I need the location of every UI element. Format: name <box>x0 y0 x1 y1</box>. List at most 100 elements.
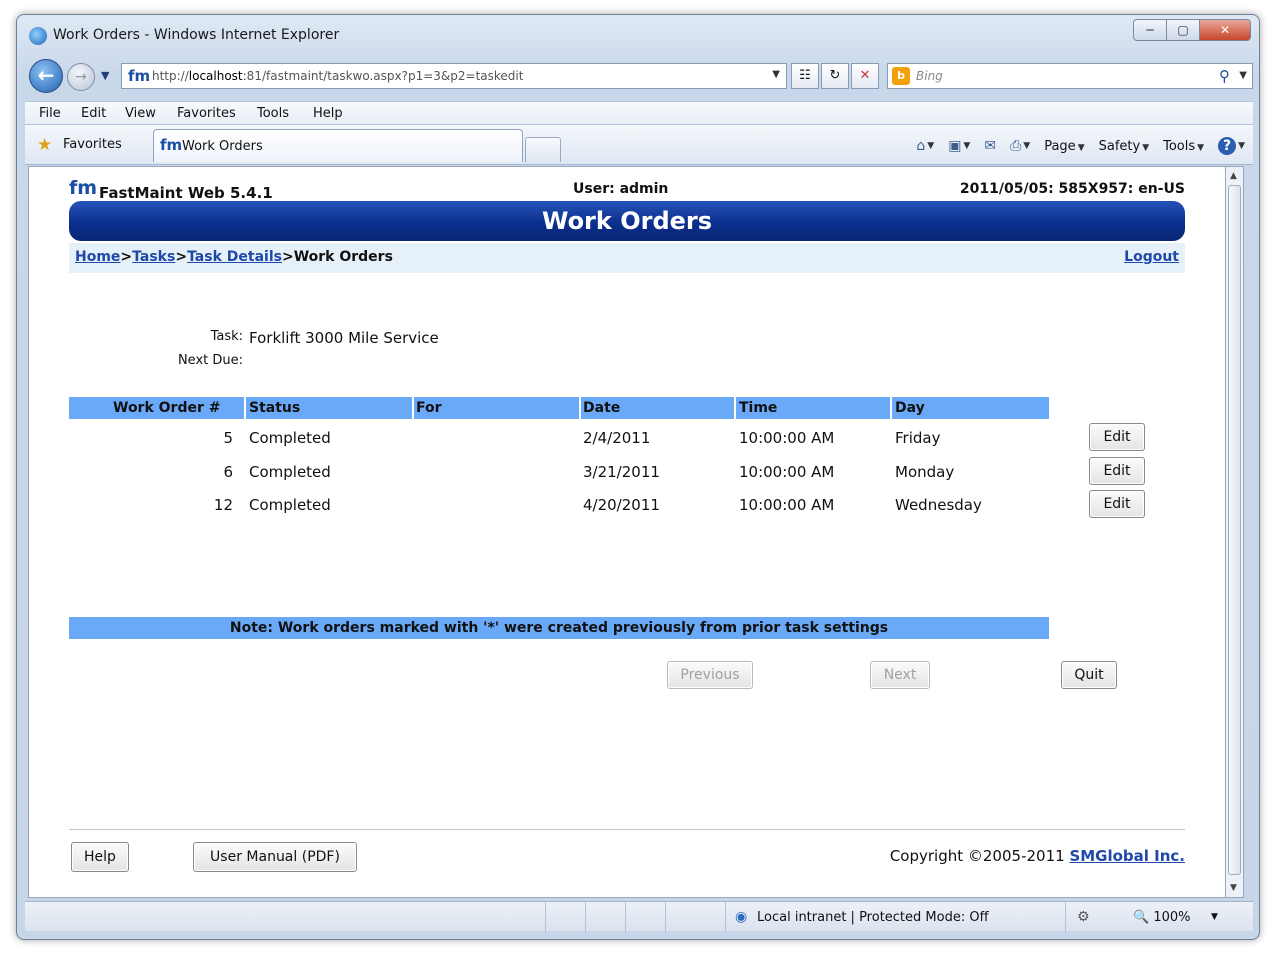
previous-button[interactable]: Previous <box>667 661 753 689</box>
header-divider <box>890 397 892 419</box>
close-button[interactable]: ✕ <box>1199 19 1251 41</box>
help-icon[interactable]: ? <box>1218 137 1237 155</box>
task-value: Forklift 3000 Mile Service <box>249 329 439 347</box>
address-dropdown-icon[interactable]: ▼ <box>772 69 780 80</box>
cell-status: Completed <box>249 429 331 447</box>
menu-view[interactable]: View <box>125 106 156 121</box>
window-title: Work Orders - Windows Internet Explorer <box>53 27 340 43</box>
header-divider <box>579 397 581 419</box>
cell-date: 3/21/2011 <box>583 463 660 481</box>
bing-icon: b <box>892 67 910 85</box>
zoom-level[interactable]: 🔍 100% <box>1133 910 1191 925</box>
cell-work-order-number: 12 <box>213 496 233 514</box>
favorites-star-icon[interactable]: ★ <box>37 135 52 155</box>
ie-logo-icon <box>29 27 47 45</box>
menu-favorites[interactable]: Favorites <box>177 106 236 121</box>
back-button[interactable]: ← <box>29 59 63 93</box>
breadcrumb-home[interactable]: Home <box>75 249 120 265</box>
note-bar: Note: Work orders marked with '*' were c… <box>69 617 1049 639</box>
stop-icon[interactable]: ✕ <box>851 63 879 89</box>
feeds-icon[interactable]: ▣ <box>948 138 961 154</box>
refresh-icon[interactable]: ↻ <box>821 63 849 89</box>
scroll-thumb[interactable] <box>1228 185 1241 875</box>
edit-button[interactable]: Edit <box>1089 457 1145 485</box>
logout-link[interactable]: Logout <box>1124 249 1179 265</box>
cell-day: Wednesday <box>895 496 982 514</box>
menu-help[interactable]: Help <box>313 106 343 121</box>
address-url[interactable]: http://localhost:81/fastmaint/taskwo.asp… <box>152 69 523 83</box>
col-work-order: Work Order # <box>113 400 221 416</box>
breadcrumb-bar: Home>Tasks>Task Details>Work Orders Logo… <box>69 243 1185 273</box>
favorites-button[interactable]: Favorites <box>63 137 122 152</box>
security-zone-text[interactable]: Local intranet | Protected Mode: Off <box>757 910 989 925</box>
window-controls: ─ ▢ ✕ <box>1133 19 1251 41</box>
tools-menu[interactable]: Tools ▼ <box>1163 139 1204 154</box>
status-divider <box>1065 902 1066 932</box>
safety-menu[interactable]: Safety ▼ <box>1099 139 1150 154</box>
zoom-dropdown-icon[interactable]: ▼ <box>1211 912 1218 922</box>
navigation-bar: ← → ▼ fm http://localhost:81/fastmaint/t… <box>25 59 1253 95</box>
quit-button[interactable]: Quit <box>1061 661 1117 689</box>
cell-work-order-number: 6 <box>223 463 233 481</box>
history-dropdown-icon[interactable]: ▼ <box>101 69 109 82</box>
search-icon[interactable]: ⚲ <box>1219 67 1230 85</box>
maximize-button[interactable]: ▢ <box>1166 19 1200 41</box>
forward-button[interactable]: → <box>67 63 95 91</box>
edit-button[interactable]: Edit <box>1089 423 1145 451</box>
search-dropdown-icon[interactable]: ▼ <box>1239 70 1247 81</box>
table-row: 5 Completed 2/4/2011 10:00:00 AM Friday <box>69 423 1189 455</box>
table-row: 12 Completed 4/20/2011 10:00:00 AM Wedne… <box>69 490 1189 522</box>
copyright-text: Copyright ©2005-2011 <box>889 847 1065 865</box>
tab-work-orders[interactable]: fm Work Orders <box>153 129 523 162</box>
help-button[interactable]: Help <box>71 842 129 872</box>
mail-icon[interactable]: ✉ <box>984 138 996 154</box>
cell-status: Completed <box>249 496 331 514</box>
print-icon[interactable]: ⎙ <box>1010 138 1021 154</box>
next-button[interactable]: Next <box>870 661 930 689</box>
col-for: For <box>416 400 442 416</box>
work-orders-table-header: Work Order # Status For Date Time Day <box>69 397 1049 419</box>
company-link[interactable]: SMGlobal Inc. <box>1069 847 1185 865</box>
menu-tools[interactable]: Tools <box>257 106 289 121</box>
menu-bar: File Edit View Favorites Tools Help <box>25 101 1253 125</box>
print-dropdown-icon[interactable]: ▼ <box>1023 141 1030 151</box>
table-row: 6 Completed 3/21/2011 10:00:00 AM Monday <box>69 457 1189 489</box>
address-bar[interactable]: fm http://localhost:81/fastmaint/taskwo.… <box>121 63 787 89</box>
header-divider <box>734 397 736 419</box>
home-icon[interactable]: ⌂ <box>916 138 925 154</box>
user-manual-button[interactable]: User Manual (PDF) <box>193 842 357 872</box>
favorites-bar: ★ Favorites fm Work Orders ⌂ ▼ ▣ ▼ ✉ ⎙ ▼ Pa… <box>25 125 1253 165</box>
page-menu[interactable]: Page ▼ <box>1044 139 1084 154</box>
col-time: Time <box>739 400 778 416</box>
home-dropdown-icon[interactable]: ▼ <box>927 141 934 151</box>
header-divider <box>244 397 246 419</box>
search-box[interactable]: b Bing ⚲ ▼ <box>887 63 1253 89</box>
cell-time: 10:00:00 AM <box>739 463 835 481</box>
protected-mode-icon[interactable]: ⚙ <box>1077 909 1090 925</box>
breadcrumb-current: Work Orders <box>293 249 393 265</box>
site-favicon-icon: fm <box>128 67 151 85</box>
app-name: FastMaint Web 5.4.1 <box>99 184 273 202</box>
menu-file[interactable]: File <box>39 106 61 121</box>
status-divider <box>725 902 726 932</box>
title-bar: Work Orders - Windows Internet Explorer … <box>17 15 1259 55</box>
menu-edit[interactable]: Edit <box>81 106 106 121</box>
col-status: Status <box>249 400 301 416</box>
vertical-scrollbar[interactable]: ▲ ▼ <box>1226 166 1244 898</box>
cell-work-order-number: 5 <box>223 429 233 447</box>
scroll-down-icon[interactable]: ▼ <box>1230 883 1237 893</box>
help-dropdown-icon[interactable]: ▼ <box>1238 141 1245 151</box>
search-placeholder: Bing <box>916 69 943 83</box>
new-tab-button[interactable] <box>525 137 561 162</box>
task-label: Task: <box>210 329 243 344</box>
breadcrumb-task-details[interactable]: Task Details <box>187 249 282 265</box>
user-info: User: admin <box>573 181 669 197</box>
session-info: 2011/05/05: 585X957: en-US <box>959 181 1185 197</box>
feeds-dropdown-icon[interactable]: ▼ <box>963 141 970 151</box>
edit-button[interactable]: Edit <box>1089 490 1145 518</box>
compatibility-view-icon[interactable]: ☷ <box>791 63 819 89</box>
breadcrumb: Home>Tasks>Task Details>Work Orders <box>75 249 393 265</box>
scroll-up-icon[interactable]: ▲ <box>1230 171 1237 181</box>
breadcrumb-tasks[interactable]: Tasks <box>132 249 175 265</box>
minimize-button[interactable]: ─ <box>1133 19 1167 41</box>
